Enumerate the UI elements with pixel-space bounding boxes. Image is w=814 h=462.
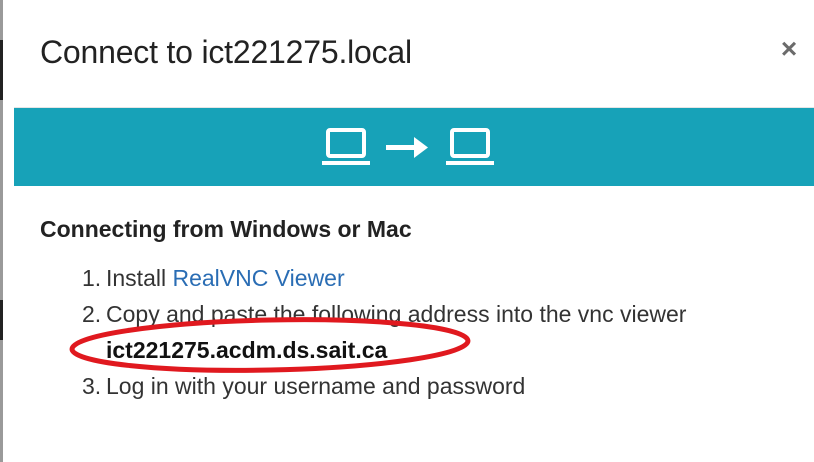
modal-header: Connect to ict221275.local ×: [14, 0, 814, 108]
page-edge: [0, 0, 3, 462]
step-number: 3.: [82, 373, 102, 399]
laptop-icon: [446, 128, 494, 165]
step-text: Log in with your username and password: [106, 373, 526, 399]
list-item: 2. Copy and paste the following address …: [82, 296, 687, 332]
step-text: Copy and paste the following address int…: [106, 301, 687, 327]
step-number: 1.: [82, 265, 102, 291]
list-item: 3. Log in with your username and passwor…: [82, 368, 686, 404]
section-heading: Connecting from Windows or Mac: [40, 216, 412, 242]
list-item: 1. Install RealVNC Viewer: [82, 260, 686, 296]
vnc-address: ict221275.acdm.ds.sait.ca: [106, 337, 388, 363]
list-item: ict221275.acdm.ds.sait.ca: [106, 332, 686, 368]
step-text: Install: [106, 265, 173, 291]
laptop-icon: [322, 128, 370, 165]
page-edge-shadow: [0, 40, 3, 100]
modal-body: Connecting from Windows or Mac 1. Instal…: [14, 186, 814, 462]
realvnc-viewer-link[interactable]: RealVNC Viewer: [172, 265, 344, 291]
page-edge-shadow: [0, 300, 3, 340]
connect-modal: Connect to ict221275.local × Connecting …: [14, 0, 814, 462]
arrow-right-icon: [386, 137, 428, 158]
steps-list: 1. Install RealVNC Viewer 2. Copy and pa…: [82, 260, 687, 404]
connection-illustration: [322, 128, 494, 165]
connection-banner: [14, 108, 814, 186]
step-number: 2.: [82, 301, 102, 327]
close-button[interactable]: ×: [776, 34, 802, 64]
modal-title: Connect to ict221275.local: [40, 34, 412, 70]
